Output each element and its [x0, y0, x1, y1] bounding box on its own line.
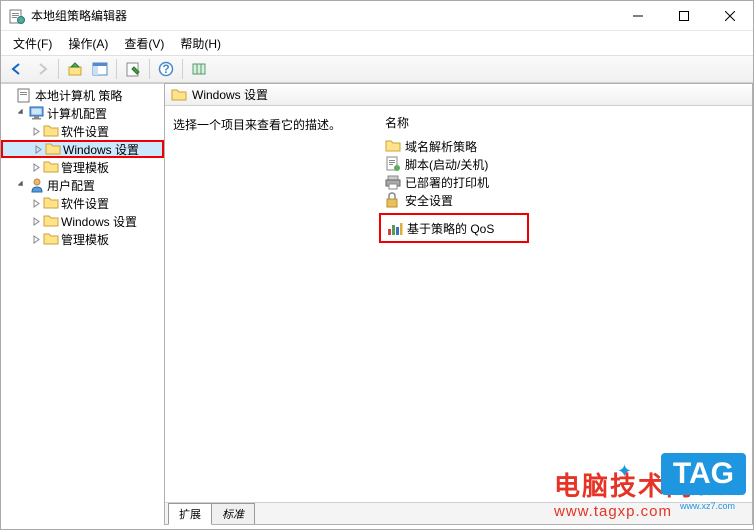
computer-icon — [29, 105, 45, 121]
forward-button[interactable] — [30, 57, 54, 81]
body-area: ▷ 本地计算机 策略 计算机配置 软件设置 Windows 设置 管理模板 — [1, 83, 753, 525]
tree-windows-settings[interactable]: Windows 设置 — [1, 212, 164, 230]
list-item-qos[interactable]: 基于策略的 QoS — [387, 219, 521, 237]
list-item-dns[interactable]: 域名解析策略 — [377, 137, 752, 155]
back-button[interactable] — [5, 57, 29, 81]
show-hide-tree-button[interactable] — [88, 57, 112, 81]
toolbar-separator — [149, 59, 150, 79]
node-label: 管理模板 — [61, 231, 109, 248]
node-label: 计算机配置 — [47, 105, 107, 122]
description-text: 选择一个项目来查看它的描述。 — [173, 116, 369, 133]
maximize-button[interactable] — [661, 1, 707, 31]
node-label: Windows 设置 — [61, 213, 137, 230]
folder-icon — [43, 231, 59, 247]
tab-standard[interactable]: 标准 — [211, 503, 255, 524]
tree-user-config[interactable]: 用户配置 — [1, 176, 164, 194]
folder-icon — [43, 213, 59, 229]
printer-icon — [385, 174, 401, 190]
content-header: Windows 设置 — [165, 84, 752, 106]
folder-icon — [43, 159, 59, 175]
content-title: Windows 设置 — [192, 86, 268, 103]
list-item-label: 基于策略的 QoS — [407, 220, 494, 237]
folder-icon — [171, 87, 187, 103]
expander-icon[interactable] — [15, 109, 29, 118]
tree-panel[interactable]: ▷ 本地计算机 策略 计算机配置 软件设置 Windows 设置 管理模板 — [1, 84, 165, 525]
titlebar: 本地组策略编辑器 — [1, 1, 753, 31]
svg-text:?: ? — [162, 62, 169, 76]
security-icon — [385, 192, 401, 208]
menubar: 文件(F) 操作(A) 查看(V) 帮助(H) — [1, 31, 753, 55]
node-label: 管理模板 — [61, 159, 109, 176]
tab-extended[interactable]: 扩展 — [168, 503, 212, 525]
properties-button[interactable] — [121, 57, 145, 81]
node-label: 本地计算机 策略 — [35, 87, 122, 104]
expander-icon[interactable] — [31, 145, 45, 154]
list-item-printers[interactable]: 已部署的打印机 — [377, 173, 752, 191]
close-button[interactable] — [707, 1, 753, 31]
menu-view[interactable]: 查看(V) — [116, 32, 172, 55]
tree-admin-templates[interactable]: 管理模板 — [1, 158, 164, 176]
content-body: 选择一个项目来查看它的描述。 名称 域名解析策略 脚本(启动/关机) 已部署的打… — [165, 106, 752, 502]
list-item-label: 安全设置 — [405, 192, 453, 209]
menu-file[interactable]: 文件(F) — [5, 32, 60, 55]
menu-action[interactable]: 操作(A) — [60, 32, 116, 55]
highlight-annotation: 基于策略的 QoS — [379, 213, 529, 243]
up-button[interactable] — [63, 57, 87, 81]
node-label: Windows 设置 — [63, 141, 139, 158]
toolbar-separator — [116, 59, 117, 79]
window-title: 本地组策略编辑器 — [31, 7, 615, 24]
statusbar — [1, 525, 753, 529]
toolbar-separator — [58, 59, 59, 79]
policy-icon — [17, 87, 33, 103]
expander-icon[interactable] — [29, 127, 43, 136]
node-label: 用户配置 — [47, 177, 95, 194]
script-icon — [385, 156, 401, 172]
node-label: 软件设置 — [61, 195, 109, 212]
filter-button[interactable] — [187, 57, 211, 81]
menu-help[interactable]: 帮助(H) — [172, 32, 229, 55]
tree-admin-templates[interactable]: 管理模板 — [1, 230, 164, 248]
list-item-label: 域名解析策略 — [405, 138, 477, 155]
folder-icon — [385, 138, 401, 154]
user-icon — [29, 177, 45, 193]
list-item-label: 脚本(启动/关机) — [405, 156, 488, 173]
minimize-button[interactable] — [615, 1, 661, 31]
tree-windows-settings[interactable]: Windows 设置 — [1, 140, 164, 158]
expander-icon[interactable] — [29, 199, 43, 208]
folder-icon — [43, 123, 59, 139]
toolbar-separator — [182, 59, 183, 79]
description-column: 选择一个项目来查看它的描述。 — [165, 106, 377, 502]
tree-software-settings[interactable]: 软件设置 — [1, 122, 164, 140]
list-item-security[interactable]: 安全设置 — [377, 191, 752, 209]
folder-icon — [43, 195, 59, 211]
tree-root[interactable]: ▷ 本地计算机 策略 — [1, 86, 164, 104]
content-panel: Windows 设置 选择一个项目来查看它的描述。 名称 域名解析策略 脚本(启… — [164, 83, 753, 525]
list-column: 名称 域名解析策略 脚本(启动/关机) 已部署的打印机 安全设置 — [377, 106, 752, 502]
toolbar: ? — [1, 55, 753, 83]
expander-icon[interactable] — [29, 217, 43, 226]
expander-icon[interactable] — [29, 235, 43, 244]
expander-icon[interactable] — [15, 181, 29, 190]
list-item-scripts[interactable]: 脚本(启动/关机) — [377, 155, 752, 173]
column-header-name[interactable]: 名称 — [377, 112, 752, 137]
node-label: 软件设置 — [61, 123, 109, 140]
tree-computer-config[interactable]: 计算机配置 — [1, 104, 164, 122]
tab-strip: 扩展 标准 — [165, 502, 752, 524]
qos-icon — [387, 220, 403, 236]
app-icon — [9, 8, 25, 24]
list-item-label: 已部署的打印机 — [405, 174, 489, 191]
expander-icon[interactable] — [29, 163, 43, 172]
window-controls — [615, 1, 753, 31]
folder-icon — [45, 141, 61, 157]
help-button[interactable]: ? — [154, 57, 178, 81]
tree-software-settings[interactable]: 软件设置 — [1, 194, 164, 212]
